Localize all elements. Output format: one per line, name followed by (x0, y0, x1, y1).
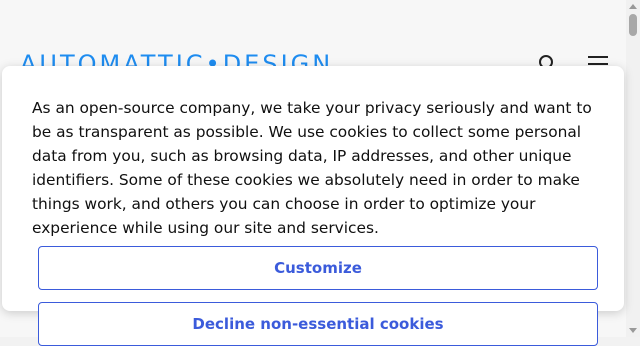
cookie-banner: As an open-source company, we take your … (2, 66, 624, 346)
decline-non-essential-cookies-button[interactable]: Decline non-essential cookies (38, 302, 598, 346)
scrollbar[interactable] (626, 0, 640, 337)
customize-button[interactable]: Customize (38, 246, 598, 290)
scroll-down-arrow-icon[interactable] (629, 328, 637, 333)
cookie-banner-text: As an open-source company, we take your … (32, 99, 592, 237)
scroll-up-arrow-icon[interactable] (629, 4, 637, 9)
scroll-thumb[interactable] (629, 14, 637, 36)
